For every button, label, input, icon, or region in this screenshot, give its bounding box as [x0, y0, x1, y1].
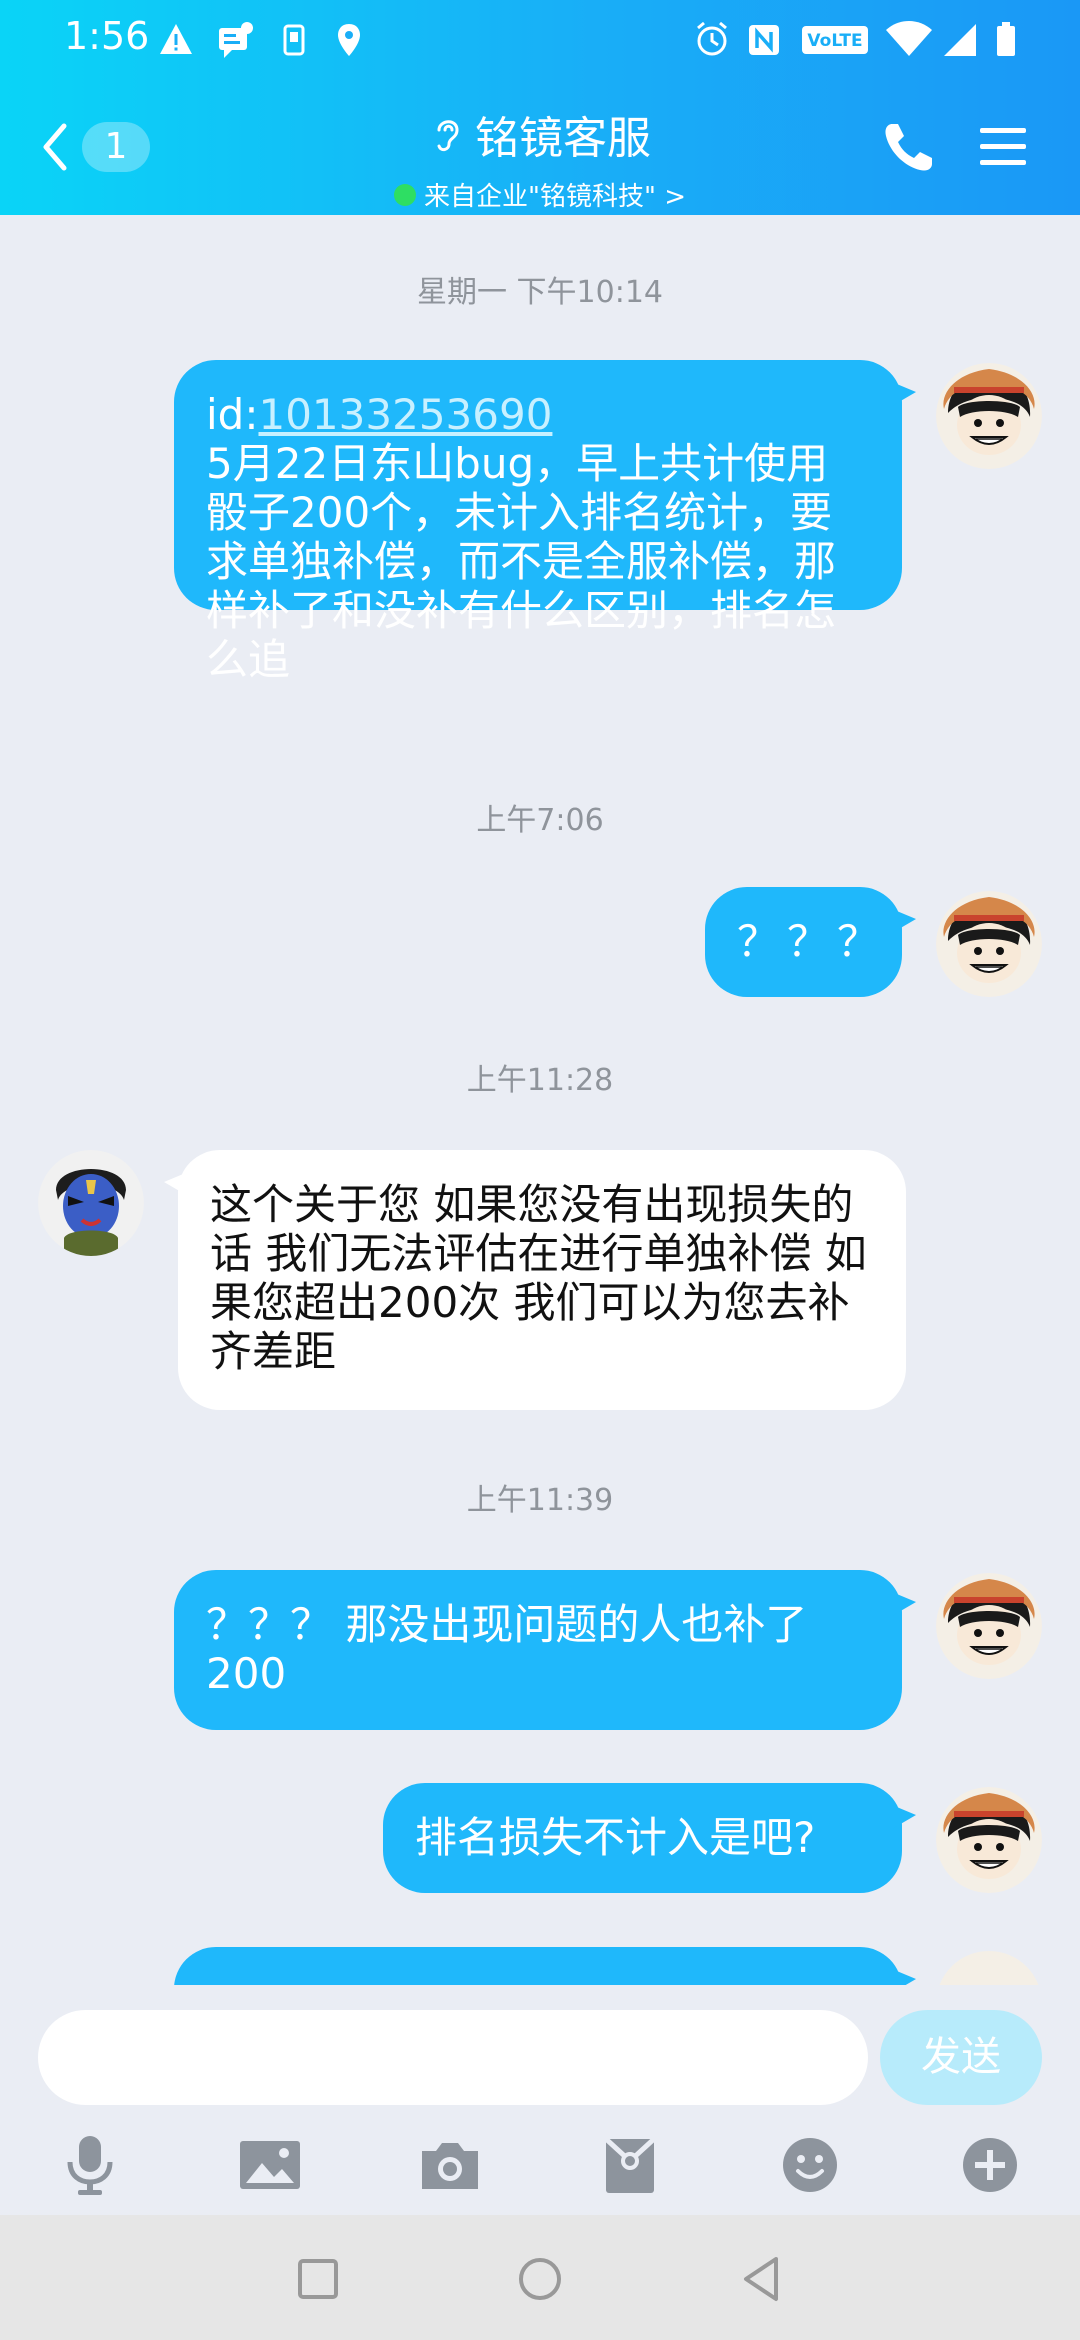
sim-icon — [283, 24, 305, 56]
warning-icon — [160, 24, 192, 54]
signal-icon — [944, 24, 976, 56]
my-avatar-image — [936, 363, 1042, 469]
status-bar: 1:56 VoLTE — [0, 0, 1080, 82]
message-input[interactable] — [38, 2010, 868, 2105]
image-icon — [240, 2141, 300, 2189]
received-message[interactable]: 这个关于您 如果您没有出现损失的话 我们无法评估在进行单独补偿 如果您超出200… — [164, 1150, 906, 1410]
status-time: 1:56 — [64, 14, 150, 58]
sent-message[interactable]: 排名损失不计入是吧? — [383, 1783, 916, 1893]
my-avatar-image — [936, 1573, 1042, 1679]
my-avatar[interactable] — [936, 1573, 1042, 1679]
my-avatar[interactable] — [936, 363, 1042, 469]
sent-message[interactable]: ？？？ — [705, 887, 916, 997]
back-nav-icon[interactable] — [734, 2251, 790, 2307]
back-button[interactable]: 1 — [34, 116, 164, 178]
my-avatar[interactable] — [936, 1951, 1042, 1985]
volte-icon: VoLTE — [802, 26, 868, 54]
home-icon[interactable] — [512, 2251, 568, 2307]
recents-icon[interactable] — [290, 2251, 346, 2307]
red-packet-button[interactable] — [590, 2125, 670, 2205]
sent-message[interactable]: ？？？ 那没出现问题的人也补了200 — [174, 1570, 916, 1730]
chat-title: 铭镜客服 — [429, 102, 651, 166]
image-button[interactable] — [230, 2125, 310, 2205]
microphone-button[interactable] — [50, 2125, 130, 2205]
location-icon — [338, 24, 360, 56]
menu-icon[interactable] — [976, 120, 1030, 174]
my-avatar-image — [936, 1787, 1042, 1893]
online-dot — [394, 183, 417, 206]
timestamp: 星期一 下午10:14 — [417, 275, 663, 310]
my-avatar[interactable] — [936, 891, 1042, 997]
timestamp: 上午11:39 — [466, 1483, 614, 1518]
sent-message-partial[interactable] — [174, 1947, 916, 1985]
chat-history[interactable]: 星期一 下午10:14 id:10133253690 5月22日东山bug，早上… — [0, 215, 1080, 1985]
svg-text:VoLTE: VoLTE — [807, 31, 862, 51]
nav-bar: 1 铭镜客服 来自企业"铭镜科技" > — [0, 82, 1080, 215]
send-button[interactable]: 发送 — [880, 2010, 1042, 2105]
emoji-button[interactable] — [770, 2125, 850, 2205]
chat-subtitle[interactable]: 来自企业"铭镜科技" > — [310, 176, 770, 213]
my-avatar[interactable] — [936, 1787, 1042, 1893]
chat-title-text: 铭镜客服 — [475, 113, 651, 164]
emoji-icon — [783, 2138, 837, 2192]
plus-button[interactable] — [950, 2125, 1030, 2205]
agent-avatar-image — [38, 1150, 144, 1256]
battery-icon — [997, 22, 1015, 56]
phone-icon[interactable] — [878, 118, 938, 178]
ear-icon — [437, 120, 459, 152]
message-text: 5月22日东山bug，早上共计使用骰子200个，未计入排名统计，要求单独补偿，而… — [206, 439, 837, 684]
message-notification-icon — [219, 22, 253, 58]
my-avatar-image — [936, 891, 1042, 997]
timestamp: 上午7:06 — [476, 803, 604, 838]
id-prefix: id: — [206, 390, 259, 439]
plus-icon — [963, 2138, 1017, 2192]
sent-message[interactable]: id:10133253690 5月22日东山bug，早上共计使用骰子200个，未… — [174, 360, 916, 684]
id-link[interactable]: 10133253690 — [258, 390, 552, 439]
agent-avatar[interactable] — [38, 1150, 144, 1256]
camera-button[interactable] — [410, 2125, 490, 2205]
camera-icon — [422, 2143, 478, 2189]
chat-title-area[interactable]: 铭镜客服 来自企业"铭镜科技" > — [340, 102, 740, 212]
chevron-left-icon — [43, 123, 67, 171]
system-navigation-bar — [0, 2215, 1080, 2340]
alarm-icon — [697, 21, 727, 56]
red-packet-icon — [604, 2137, 656, 2193]
app-header: 1:56 VoLTE 1 铭镜客服 来自企业"铭镜科技" > — [0, 0, 1080, 215]
unread-badge: 1 — [82, 122, 150, 172]
wifi-icon — [886, 21, 932, 56]
nfc-icon — [749, 25, 779, 55]
input-bar: 发送 — [0, 1985, 1080, 2215]
timestamp: 上午11:28 — [466, 1063, 614, 1098]
chat-subtitle-text: 来自企业"铭镜科技" > — [424, 182, 686, 212]
microphone-icon — [67, 2136, 113, 2195]
